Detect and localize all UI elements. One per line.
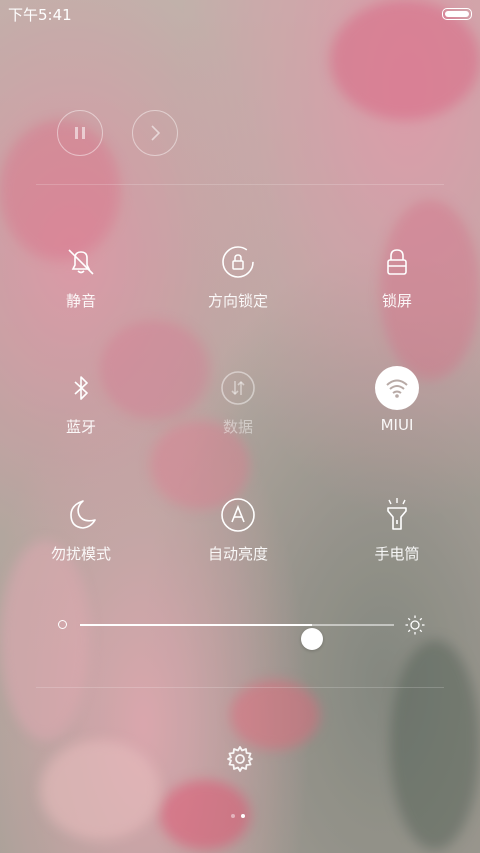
toggle-label: 勿扰模式 [50, 545, 111, 563]
slider-fill [80, 624, 313, 626]
rotation-lock-icon [216, 240, 260, 284]
divider [36, 184, 444, 185]
toggle-flashlight[interactable]: 手电筒 [337, 493, 457, 583]
toggle-auto-brightness[interactable]: 自动亮度 [178, 493, 298, 583]
slider-track[interactable] [80, 624, 394, 650]
toggle-label: 自动亮度 [207, 545, 268, 563]
toggle-label: MIUI [380, 416, 414, 434]
gear-icon [227, 746, 253, 772]
bluetooth-icon [59, 366, 103, 410]
toggle-label: 方向锁定 [207, 292, 268, 310]
media-next-button[interactable] [132, 110, 178, 156]
sun-icon [405, 615, 425, 635]
toggle-mute[interactable]: 静音 [21, 240, 141, 330]
brightness-low-icon [58, 620, 67, 629]
bell-off-icon [59, 240, 103, 284]
settings-button[interactable] [225, 744, 255, 774]
status-time: 下午5:41 [8, 6, 72, 24]
chevron-right-icon [151, 125, 161, 141]
auto-brightness-icon [216, 493, 260, 537]
toggle-lock-screen[interactable]: 锁屏 [337, 240, 457, 330]
page-indicator [231, 812, 251, 820]
toggle-label: 蓝牙 [65, 418, 96, 436]
brightness-slider[interactable] [56, 610, 426, 650]
toggle-wifi[interactable]: MIUI [337, 366, 457, 456]
media-pause-button[interactable] [57, 110, 103, 156]
page-dot [241, 814, 245, 818]
divider [36, 687, 444, 688]
flashlight-icon [375, 493, 419, 537]
toggle-label: 数据 [222, 418, 253, 436]
toggle-label: 锁屏 [381, 292, 412, 310]
lock-icon [375, 240, 419, 284]
pause-icon [75, 127, 85, 139]
moon-icon [59, 493, 103, 537]
page-dot [231, 814, 235, 818]
toggle-label: 手电筒 [374, 545, 420, 563]
toggle-data[interactable]: 数据 [178, 366, 298, 456]
battery-icon [442, 8, 472, 20]
toggle-label: 静音 [65, 292, 96, 310]
toggle-dnd[interactable]: 勿扰模式 [21, 493, 141, 583]
status-bar: 下午5:41 [0, 0, 480, 28]
mobile-data-icon [216, 366, 260, 410]
wifi-icon [375, 366, 419, 410]
toggle-bluetooth[interactable]: 蓝牙 [21, 366, 141, 456]
toggle-rotation-lock[interactable]: 方向锁定 [178, 240, 298, 330]
